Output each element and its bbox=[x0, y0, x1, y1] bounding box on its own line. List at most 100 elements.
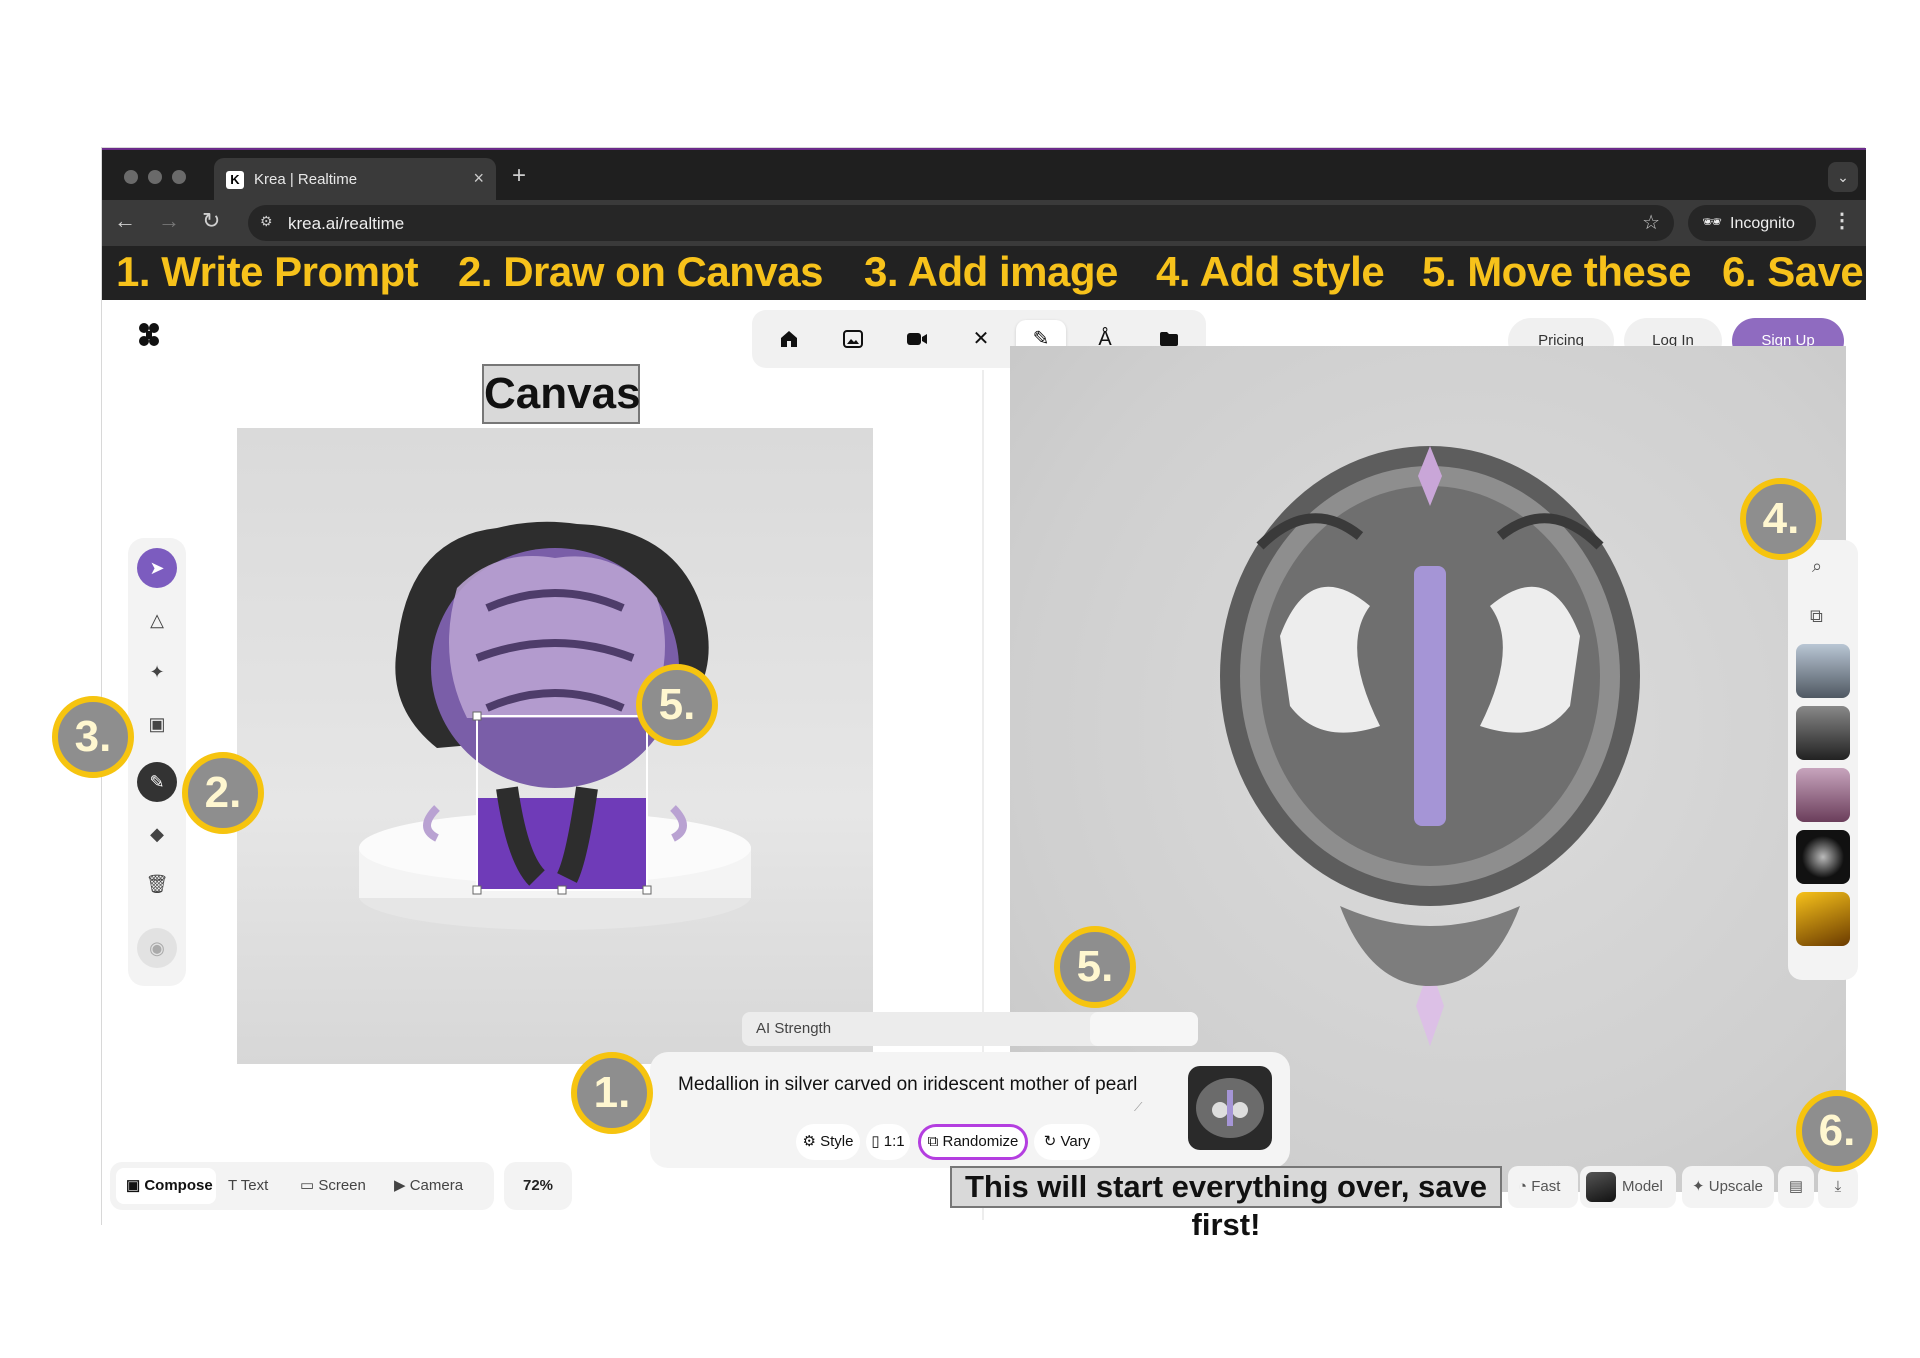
step-4-label: 4. Add style bbox=[1156, 248, 1385, 295]
style-thumbnail[interactable] bbox=[1796, 644, 1850, 698]
badge-step-2: 2. bbox=[182, 752, 264, 834]
aspect-ratio-label: 1:1 bbox=[883, 1133, 905, 1150]
forward-icon[interactable]: → bbox=[158, 208, 180, 234]
upscale-label: Upscale bbox=[1708, 1178, 1763, 1195]
badge-step-5-canvas: 5. bbox=[636, 664, 718, 746]
tab-search-chevron-icon[interactable]: ⌄ bbox=[1828, 162, 1858, 192]
browser-tab[interactable]: K Krea | Realtime × bbox=[214, 158, 496, 202]
upscale-icon: ✦ bbox=[1692, 1178, 1709, 1195]
eraser-icon[interactable]: ◆ bbox=[137, 814, 177, 854]
step-1-label: 1. Write Prompt bbox=[116, 248, 419, 295]
bookmark-star-icon[interactable]: ☆ bbox=[1642, 210, 1660, 235]
style-chip-icon: ⚙ bbox=[802, 1133, 821, 1150]
canvas-annotation-label: Canvas bbox=[482, 364, 641, 424]
reload-icon[interactable]: ↻ bbox=[202, 208, 220, 234]
randomize-label: Randomize bbox=[942, 1133, 1019, 1150]
url-text[interactable]: krea.ai/realtime bbox=[288, 214, 404, 234]
image-upload-icon[interactable]: ▣ bbox=[137, 704, 177, 744]
back-icon[interactable]: ← bbox=[114, 208, 136, 234]
ai-strength-slider[interactable]: AI Strength bbox=[742, 1012, 1198, 1046]
resize-handle-icon[interactable]: ⟋ bbox=[1134, 1100, 1142, 1115]
fast-toggle[interactable]: ◔ Fast bbox=[1508, 1166, 1578, 1208]
style-search-icon[interactable]: ⌕ bbox=[1812, 556, 1822, 577]
badge-step-5-slider: 5. bbox=[1054, 926, 1136, 1008]
krea-realtime-app: ✕ ✎ Å Pricing Log In Sign Up Canvas ➤ △ … bbox=[102, 300, 1866, 1242]
tab-bar: K Krea | Realtime × + ⌄ bbox=[102, 148, 1866, 202]
screen-icon: ▭ bbox=[300, 1177, 319, 1194]
compose-tab[interactable]: ▣ Compose bbox=[116, 1168, 216, 1204]
incognito-label: Incognito bbox=[1730, 215, 1795, 232]
home-icon[interactable] bbox=[764, 320, 814, 358]
browser-menu-icon[interactable]: ⋮ bbox=[1832, 208, 1852, 233]
brush-icon[interactable]: ✎ bbox=[137, 762, 177, 802]
style-panel: ⌕ ⧉ bbox=[1788, 540, 1858, 980]
step-3-label: 3. Add image bbox=[864, 248, 1118, 295]
style-transfer-icon[interactable]: ⧉ bbox=[1810, 606, 1823, 627]
krea-logo-icon[interactable] bbox=[138, 322, 160, 355]
randomize-button[interactable]: ⧉ Randomize bbox=[918, 1124, 1028, 1160]
incognito-badge[interactable]: 🕶 Incognito bbox=[1688, 205, 1816, 241]
camera-tab[interactable]: ▶ Camera bbox=[394, 1168, 484, 1204]
compose-icon: ▣ bbox=[126, 1177, 145, 1194]
style-chip-label: Style bbox=[820, 1133, 854, 1150]
vary-button[interactable]: ↻ Vary bbox=[1034, 1124, 1100, 1160]
new-tab-icon[interactable]: + bbox=[512, 162, 526, 190]
trash-icon[interactable]: 🗑 bbox=[137, 864, 177, 904]
minimize-window-dot[interactable] bbox=[148, 170, 162, 184]
video-icon[interactable] bbox=[892, 320, 942, 358]
step-6-label: 6. Save bbox=[1722, 248, 1864, 295]
close-tab-icon[interactable]: × bbox=[473, 168, 484, 189]
prompt-box: Medallion in silver carved on iridescent… bbox=[650, 1052, 1290, 1168]
vary-icon: ↻ bbox=[1043, 1133, 1061, 1150]
enhance-icon[interactable]: ✕ bbox=[956, 320, 1006, 358]
address-bar[interactable]: ⚙ krea.ai/realtime ☆ bbox=[248, 205, 1674, 241]
steps-annotation-bar: 1. Write Prompt 2. Draw on Canvas 3. Add… bbox=[102, 246, 1866, 300]
incognito-icon: 🕶 bbox=[1702, 214, 1723, 231]
image-icon[interactable] bbox=[828, 320, 878, 358]
site-settings-icon[interactable]: ⚙ bbox=[260, 213, 273, 230]
browser-window: K Krea | Realtime × + ⌄ ← → ↻ ⚙ krea.ai/… bbox=[101, 147, 1866, 1242]
vary-label: Vary bbox=[1060, 1133, 1091, 1150]
badge-step-1: 1. bbox=[571, 1052, 653, 1134]
tab-title: Krea | Realtime bbox=[254, 171, 358, 188]
select-cursor-icon[interactable]: ➤ bbox=[137, 548, 177, 588]
text-icon: T bbox=[228, 1177, 241, 1194]
model-selector[interactable]: Model bbox=[1580, 1166, 1676, 1208]
ai-strength-label: AI Strength bbox=[756, 1020, 832, 1037]
phone-icon: ▯ bbox=[871, 1133, 884, 1150]
style-chip[interactable]: ⚙ Style bbox=[796, 1124, 860, 1160]
camera-icon: ▶ bbox=[394, 1177, 410, 1194]
screen-tab[interactable]: ▭ Screen bbox=[300, 1168, 382, 1204]
style-thumbnail[interactable] bbox=[1796, 706, 1850, 760]
prompt-input[interactable]: Medallion in silver carved on iridescent… bbox=[678, 1074, 1137, 1096]
style-thumbnail[interactable] bbox=[1796, 830, 1850, 884]
compose-label: Compose bbox=[144, 1177, 213, 1194]
text-label: Text bbox=[240, 1177, 269, 1194]
sparkle-icon[interactable]: ✦ bbox=[137, 652, 177, 692]
prompt-image-thumbnail[interactable] bbox=[1188, 1066, 1272, 1150]
canvas-artwork bbox=[359, 521, 751, 930]
shapes-icon[interactable]: △ bbox=[137, 600, 177, 640]
zoom-level[interactable]: 72% bbox=[504, 1162, 572, 1210]
badge-step-4: 4. bbox=[1740, 478, 1822, 560]
step-5-label: 5. Move these bbox=[1422, 248, 1691, 295]
drawing-canvas[interactable] bbox=[237, 428, 873, 1064]
text-tab[interactable]: T Text bbox=[228, 1168, 288, 1204]
screenshot: K Krea | Realtime × + ⌄ ← → ↻ ⚙ krea.ai/… bbox=[0, 0, 1920, 1358]
style-thumbnail[interactable] bbox=[1796, 768, 1850, 822]
close-window-dot[interactable] bbox=[124, 170, 138, 184]
screen-label: Screen bbox=[318, 1177, 366, 1194]
style-thumbnail[interactable] bbox=[1796, 892, 1850, 946]
download-icon[interactable]: ⤓ bbox=[1818, 1166, 1858, 1208]
krea-favicon-icon: K bbox=[226, 171, 244, 189]
save-icon[interactable]: ▤ bbox=[1778, 1166, 1814, 1208]
background-icon[interactable]: ◉ bbox=[137, 928, 177, 968]
speed-icon: ◔ bbox=[1518, 1178, 1532, 1195]
upscale-button[interactable]: ✦ Upscale bbox=[1682, 1166, 1774, 1208]
aspect-ratio-chip[interactable]: ▯ 1:1 bbox=[866, 1124, 910, 1160]
ai-strength-handle[interactable] bbox=[1090, 1012, 1198, 1046]
step-2-label: 2. Draw on Canvas bbox=[458, 248, 823, 295]
randomize-warning-annotation: This will start everything over, save fi… bbox=[950, 1166, 1502, 1242]
fast-label: Fast bbox=[1531, 1178, 1561, 1195]
maximize-window-dot[interactable] bbox=[172, 170, 186, 184]
